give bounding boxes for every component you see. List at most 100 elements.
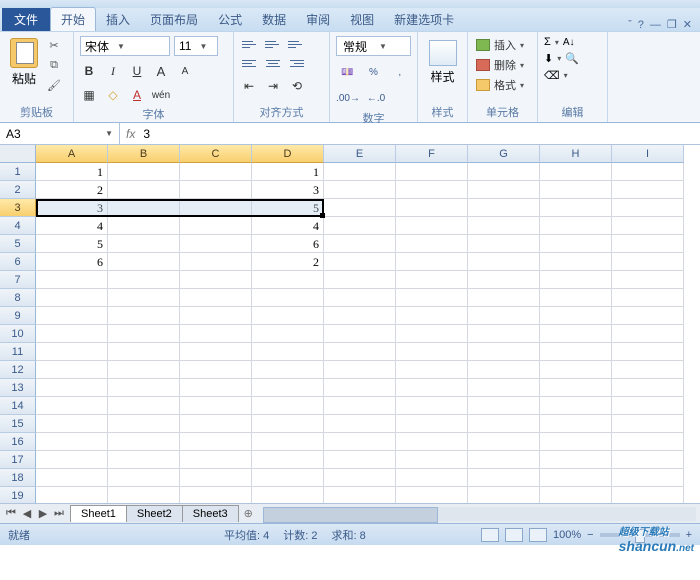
cell-G11[interactable]: [468, 343, 540, 361]
column-header-I[interactable]: I: [612, 145, 684, 163]
tab-data[interactable]: 数据: [252, 8, 296, 31]
cut-icon[interactable]: ✂: [46, 38, 62, 52]
cell-E7[interactable]: [324, 271, 396, 289]
sheet-tab-1[interactable]: Sheet1: [70, 505, 127, 522]
grow-font-button[interactable]: A: [152, 62, 170, 80]
column-header-A[interactable]: A: [36, 145, 108, 163]
name-box[interactable]: A3 ▼: [0, 123, 120, 144]
cell-F4[interactable]: [396, 217, 468, 235]
percent-button[interactable]: %: [362, 62, 384, 82]
cell-H1[interactable]: [540, 163, 612, 181]
row-header-19[interactable]: 19: [0, 487, 36, 503]
cell-A10[interactable]: [36, 325, 108, 343]
fx-icon[interactable]: fx: [126, 127, 135, 141]
cell-D8[interactable]: [252, 289, 324, 307]
align-left-button[interactable]: [240, 55, 260, 71]
row-header-13[interactable]: 13: [0, 379, 36, 397]
styles-button[interactable]: 样式: [424, 36, 461, 89]
cell-I14[interactable]: [612, 397, 684, 415]
cell-G9[interactable]: [468, 307, 540, 325]
tab-new[interactable]: 新建选项卡: [384, 8, 464, 31]
align-middle-button[interactable]: [263, 36, 283, 52]
column-header-F[interactable]: F: [396, 145, 468, 163]
cell-H8[interactable]: [540, 289, 612, 307]
italic-button[interactable]: I: [104, 62, 122, 80]
underline-button[interactable]: U: [128, 62, 146, 80]
phonetic-button[interactable]: wén: [152, 86, 170, 104]
cell-G3[interactable]: [468, 199, 540, 217]
cell-F5[interactable]: [396, 235, 468, 253]
cell-H16[interactable]: [540, 433, 612, 451]
cell-F16[interactable]: [396, 433, 468, 451]
paste-button[interactable]: 粘贴: [6, 36, 42, 89]
insert-cells-button[interactable]: 插入▾: [474, 36, 531, 54]
row-header-8[interactable]: 8: [0, 289, 36, 307]
align-top-button[interactable]: [240, 36, 260, 52]
row-header-14[interactable]: 14: [0, 397, 36, 415]
cell-E13[interactable]: [324, 379, 396, 397]
cell-E8[interactable]: [324, 289, 396, 307]
cell-F18[interactable]: [396, 469, 468, 487]
decrease-decimal-button[interactable]: ←.0: [364, 88, 388, 108]
copy-icon[interactable]: ⧉: [46, 58, 62, 72]
column-header-B[interactable]: B: [108, 145, 180, 163]
cell-D13[interactable]: [252, 379, 324, 397]
cell-B5[interactable]: [108, 235, 180, 253]
fill-color-button[interactable]: ◇: [104, 86, 122, 104]
zoom-in-button[interactable]: +: [686, 529, 692, 541]
cell-H18[interactable]: [540, 469, 612, 487]
column-header-H[interactable]: H: [540, 145, 612, 163]
cell-D6[interactable]: 2: [252, 253, 324, 271]
cell-F19[interactable]: [396, 487, 468, 503]
cell-H3[interactable]: [540, 199, 612, 217]
cell-H19[interactable]: [540, 487, 612, 503]
cell-C12[interactable]: [180, 361, 252, 379]
cell-D17[interactable]: [252, 451, 324, 469]
cell-I9[interactable]: [612, 307, 684, 325]
cell-G5[interactable]: [468, 235, 540, 253]
font-name-combo[interactable]: 宋体 ▼: [80, 36, 170, 56]
cell-F11[interactable]: [396, 343, 468, 361]
cell-A19[interactable]: [36, 487, 108, 503]
cell-I19[interactable]: [612, 487, 684, 503]
horizontal-scrollbar[interactable]: [263, 507, 696, 521]
clear-button[interactable]: ⌫▾: [544, 69, 601, 82]
cell-D5[interactable]: 6: [252, 235, 324, 253]
first-sheet-button[interactable]: ⏮: [4, 507, 18, 520]
cell-B17[interactable]: [108, 451, 180, 469]
cell-F10[interactable]: [396, 325, 468, 343]
cell-A8[interactable]: [36, 289, 108, 307]
fill-button[interactable]: ⬇▾ 🔍: [544, 52, 601, 65]
cell-B3[interactable]: [108, 199, 180, 217]
cell-D2[interactable]: 3: [252, 181, 324, 199]
cell-H5[interactable]: [540, 235, 612, 253]
row-header-6[interactable]: 6: [0, 253, 36, 271]
cell-A13[interactable]: [36, 379, 108, 397]
cell-E15[interactable]: [324, 415, 396, 433]
increase-indent-button[interactable]: ⇥: [264, 77, 282, 95]
row-header-12[interactable]: 12: [0, 361, 36, 379]
cell-H12[interactable]: [540, 361, 612, 379]
sheet-tab-2[interactable]: Sheet2: [126, 505, 183, 522]
column-header-G[interactable]: G: [468, 145, 540, 163]
cell-A3[interactable]: 3: [36, 199, 108, 217]
cell-E16[interactable]: [324, 433, 396, 451]
cell-B6[interactable]: [108, 253, 180, 271]
cell-C1[interactable]: [180, 163, 252, 181]
cell-A15[interactable]: [36, 415, 108, 433]
page-break-view-button[interactable]: [529, 528, 547, 542]
cell-A11[interactable]: [36, 343, 108, 361]
cell-A18[interactable]: [36, 469, 108, 487]
decrease-indent-button[interactable]: ⇤: [240, 77, 258, 95]
cell-F13[interactable]: [396, 379, 468, 397]
cell-I16[interactable]: [612, 433, 684, 451]
row-header-1[interactable]: 1: [0, 163, 36, 181]
cell-A12[interactable]: [36, 361, 108, 379]
align-right-button[interactable]: [286, 55, 306, 71]
window-close-icon[interactable]: ✕: [683, 18, 692, 31]
cell-H17[interactable]: [540, 451, 612, 469]
cell-C14[interactable]: [180, 397, 252, 415]
formula-value[interactable]: 3: [143, 127, 694, 141]
font-color-button[interactable]: A: [128, 86, 146, 104]
cell-B4[interactable]: [108, 217, 180, 235]
